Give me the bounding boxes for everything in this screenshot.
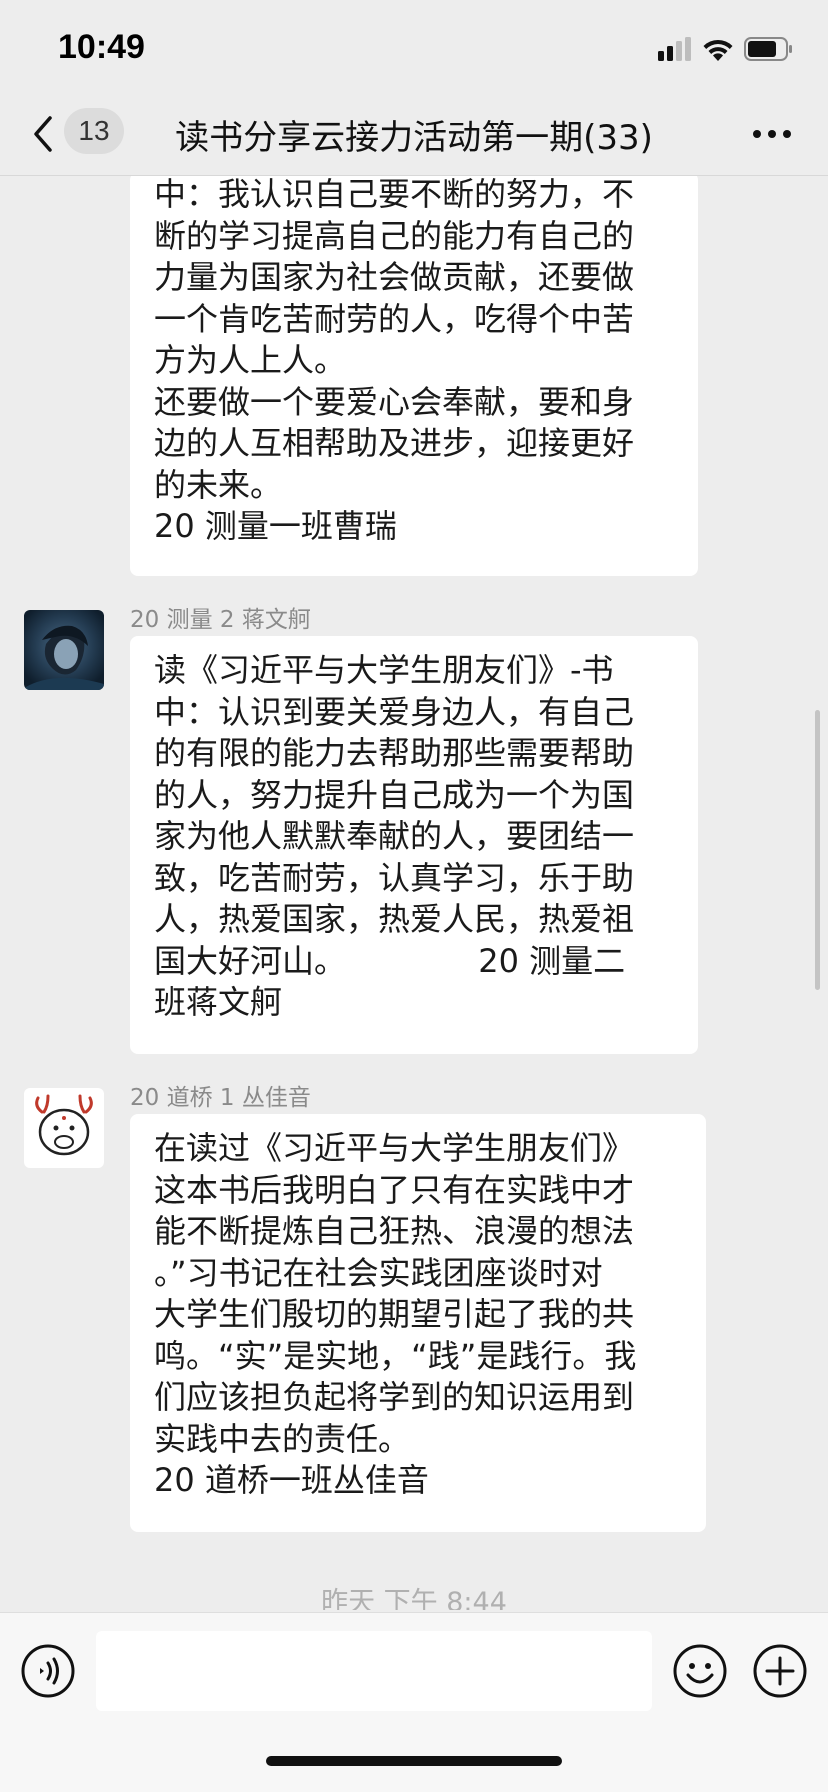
unread-count-badge[interactable]: 13 bbox=[64, 108, 124, 154]
avatar[interactable] bbox=[24, 1088, 104, 1168]
emoji-icon[interactable] bbox=[672, 1643, 728, 1699]
chat-header: 13 读书分享云接力活动第一期(33) bbox=[0, 100, 828, 176]
status-icons bbox=[658, 36, 794, 62]
chat-title: 读书分享云接力活动第一期(33) bbox=[175, 118, 653, 158]
status-bar: 10:49 bbox=[0, 0, 828, 100]
voice-input-icon[interactable] bbox=[20, 1643, 76, 1699]
message-bubble[interactable]: 中：我认识自己要不断的努力，不 断的学习提高自己的能力有自己的 力量为国家为社会… bbox=[130, 176, 698, 576]
message-timestamp: 昨天 下午 8:44 bbox=[321, 1587, 507, 1610]
message-bubble[interactable]: 在读过《习近平与大学生朋友们》 这本书后我明白了只有在实践中才 能不断提炼自己狂… bbox=[130, 1114, 706, 1532]
add-attachment-icon[interactable] bbox=[752, 1643, 808, 1699]
avatar-image bbox=[24, 610, 104, 690]
sender-name: 20 测量 2 蒋文舸 bbox=[130, 607, 311, 633]
avatar[interactable] bbox=[24, 610, 104, 690]
avatar-image bbox=[24, 1088, 104, 1168]
home-indicator bbox=[266, 1756, 562, 1766]
back-arrow-icon[interactable] bbox=[28, 114, 58, 154]
more-options-icon[interactable] bbox=[752, 128, 792, 140]
status-time: 10:49 bbox=[58, 28, 145, 66]
message-input[interactable] bbox=[96, 1631, 652, 1711]
battery-icon bbox=[744, 37, 792, 61]
message-list[interactable]: 中：我认识自己要不断的努力，不 断的学习提高自己的能力有自己的 力量为国家为社会… bbox=[0, 176, 828, 1610]
scrollbar[interactable] bbox=[815, 710, 820, 990]
message-bubble[interactable]: 读《习近平与大学生朋友们》-书 中：认识到要关爱身边人，有自己 的有限的能力去帮… bbox=[130, 636, 698, 1054]
cellular-signal-icon bbox=[658, 37, 691, 61]
sender-name: 20 道桥 1 丛佳音 bbox=[130, 1085, 311, 1111]
wifi-icon bbox=[703, 39, 733, 61]
